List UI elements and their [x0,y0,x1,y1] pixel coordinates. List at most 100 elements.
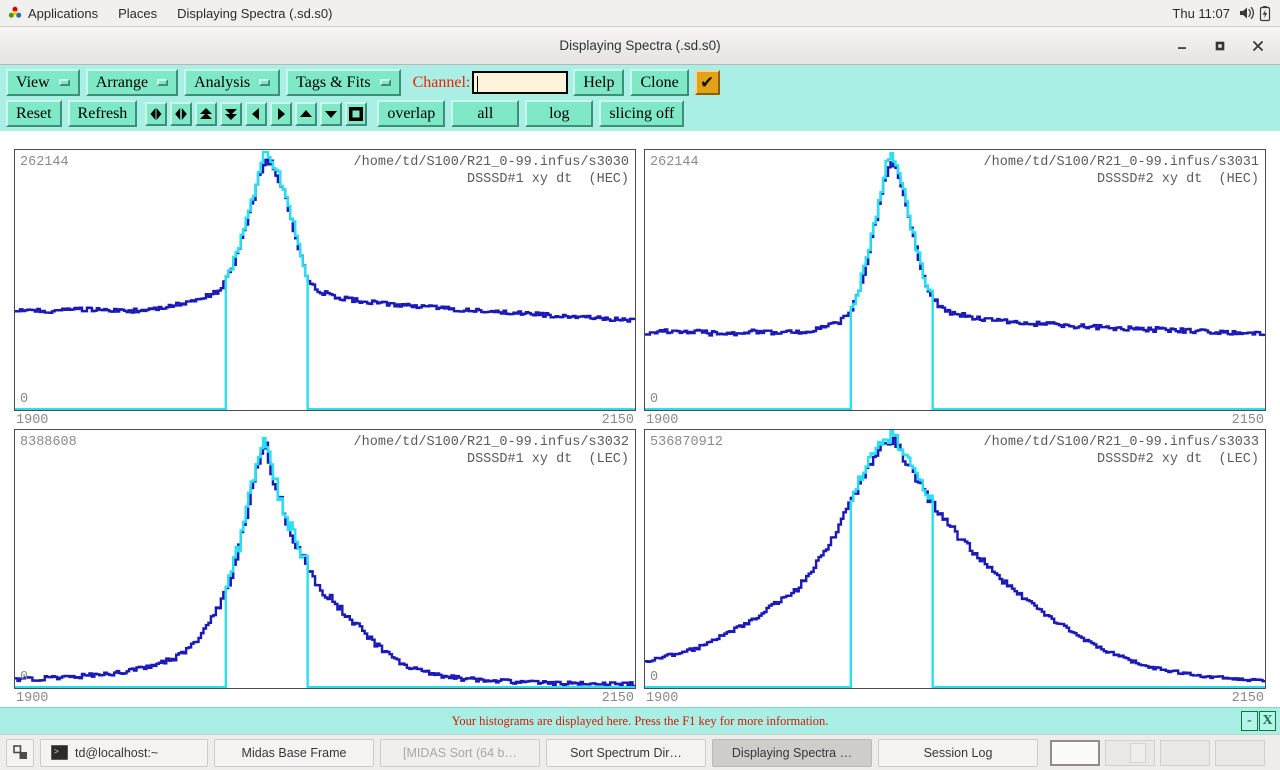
clock[interactable]: Thu 11:07 [1166,6,1236,21]
taskbar-item-label: [MIDAS Sort (64 b… [403,746,517,760]
spectrum-panel-s3031[interactable]: 262144 /home/td/S100/R21_0-99.infus/s303… [644,149,1266,411]
overlap-button[interactable]: overlap [377,100,445,127]
reset-button[interactable]: Reset [6,100,62,127]
taskbar-item-label: td@localhost:~ [75,746,158,760]
applications-icon [8,6,22,20]
battery-charging-icon[interactable] [1258,5,1272,22]
applications-label: Applications [28,6,98,21]
taskbar-item-midas-sort[interactable]: [MIDAS Sort (64 b… [380,739,540,767]
x-max-label: 2150 [602,413,634,428]
reset-label: Reset [16,105,52,123]
show-desktop-icon[interactable] [6,739,34,767]
workspace-2[interactable] [1105,740,1155,766]
spectrum-max-label: 262144 [20,155,69,170]
menu-tags-and-fits[interactable]: Tags & Fits [286,69,400,96]
all-button[interactable]: all [451,100,519,127]
applications-menu[interactable]: Applications [0,0,108,26]
help-label: Help [583,74,614,92]
workspace-1[interactable] [1050,740,1100,766]
maximize-button[interactable] [1212,38,1228,54]
help-button[interactable]: Help [573,69,624,96]
window-controls [1174,38,1280,54]
volume-icon[interactable] [1238,5,1256,21]
x-max-label: 2150 [602,691,634,706]
spectrum-path-label: /home/td/S100/R21_0-99.infus/s3030 [354,155,629,170]
places-menu[interactable]: Places [108,0,167,26]
step-left-icon[interactable] [245,102,267,126]
taskbar-item-session-log[interactable]: Session Log [878,739,1038,767]
taskbar-item-displaying-spectra[interactable]: Displaying Spectra … [712,739,872,767]
workspace-3[interactable] [1160,740,1210,766]
clone-button[interactable]: Clone [630,69,688,96]
status-bar-controls: - X [1241,711,1280,731]
log-button[interactable]: log [525,100,593,127]
spectrum-panel-s3033[interactable]: 536870912 /home/td/S100/R21_0-99.infus/s… [644,429,1266,689]
slicing-button[interactable]: slicing off [599,100,684,127]
minimize-button[interactable] [1174,38,1190,54]
spectrum-panel-s3032[interactable]: 8388608 /home/td/S100/R21_0-99.infus/s30… [14,429,636,689]
status-minimize-button[interactable]: - [1241,711,1258,731]
overlap-label: overlap [387,105,435,123]
full-view-icon[interactable] [345,102,367,126]
expand-horizontal-icon[interactable] [170,102,192,126]
taskbar-item-midas-base-frame[interactable]: Midas Base Frame [214,739,374,767]
window-titlebar[interactable]: Displaying Spectra (.sd.s0) [0,27,1280,65]
spectrum-title-label: DSSSD#1 xy dt (LEC) [467,452,629,467]
spectrum-max-label: 8388608 [20,435,77,450]
text-caret [477,76,478,92]
step-down-icon[interactable] [320,102,342,126]
workspace-4[interactable] [1215,740,1265,766]
active-window-menu[interactable]: Displaying Spectra (.sd.s0) [167,0,342,26]
desktop-screen: Applications Places Displaying Spectra (… [0,0,1280,768]
expand-vertical-down-icon[interactable] [220,102,242,126]
axis-row-top: 1900 2150 1900 2150 [14,411,1266,429]
menu-view-label: View [16,74,50,92]
x-axis-s3032: 1900 2150 [14,689,636,707]
taskbar-item-sort-spectrum-dir[interactable]: Sort Spectrum Dir… [546,739,706,767]
menu-arrange-label: Arrange [96,74,148,92]
taskbar-item-label: Session Log [924,746,993,760]
x-min-label: 1900 [646,691,678,706]
toolbar-row-primary: View Arrange Analysis Tags & Fits Channe… [6,69,720,96]
refresh-button[interactable]: Refresh [68,100,138,127]
close-button[interactable] [1250,38,1266,54]
status-message: Your histograms are displayed here. Pres… [0,714,1280,729]
spectrum-zero-label: 0 [20,392,28,407]
step-up-icon[interactable] [295,102,317,126]
spectrum-zero-label: 0 [20,670,28,685]
menu-analysis[interactable]: Analysis [184,69,280,96]
spectrum-panel-s3030[interactable]: 262144 /home/td/S100/R21_0-99.infus/s303… [14,149,636,411]
expand-vertical-up-icon[interactable] [195,102,217,126]
taskbar-item-label: Sort Spectrum Dir… [570,746,682,760]
x-min-label: 1900 [646,413,678,428]
spectrum-title-label: DSSSD#1 xy dt (HEC) [467,172,629,187]
chevron-down-icon [259,79,270,86]
gnome-top-panel: Applications Places Displaying Spectra (… [0,0,1280,27]
chevron-down-icon [59,79,70,86]
spectra-canvas: 262144 /home/td/S100/R21_0-99.infus/s303… [0,131,1280,707]
status-close-button[interactable]: X [1259,711,1276,731]
collapse-horizontal-icon[interactable] [145,102,167,126]
channel-input[interactable] [472,71,568,94]
places-label: Places [118,6,157,21]
step-right-icon[interactable] [270,102,292,126]
spectrum-path-label: /home/td/S100/R21_0-99.infus/s3031 [984,155,1259,170]
spectrum-path-label: /home/td/S100/R21_0-99.infus/s3032 [354,435,629,450]
refresh-label: Refresh [78,105,128,123]
menu-view[interactable]: View [6,69,80,96]
taskbar: > td@localhost:~ Midas Base Frame [MIDAS… [0,734,1280,770]
x-max-label: 2150 [1232,691,1264,706]
all-label: all [477,105,493,123]
taskbar-item-label: Displaying Spectra … [732,746,852,760]
toggle-checkbox[interactable]: ✔ [695,70,720,95]
x-min-label: 1900 [16,691,48,706]
menu-arrange[interactable]: Arrange [86,69,178,96]
active-window-label: Displaying Spectra (.sd.s0) [177,6,332,21]
workspace-window-thumb [1130,743,1146,763]
taskbar-item-terminal[interactable]: > td@localhost:~ [40,739,208,767]
clone-label: Clone [640,74,678,92]
axis-row-bottom: 1900 2150 1900 2150 [14,689,1266,707]
toolbar-row-secondary: Reset Refresh [6,100,690,127]
status-bar: Your histograms are displayed here. Pres… [0,707,1280,734]
menu-analysis-label: Analysis [194,74,250,92]
